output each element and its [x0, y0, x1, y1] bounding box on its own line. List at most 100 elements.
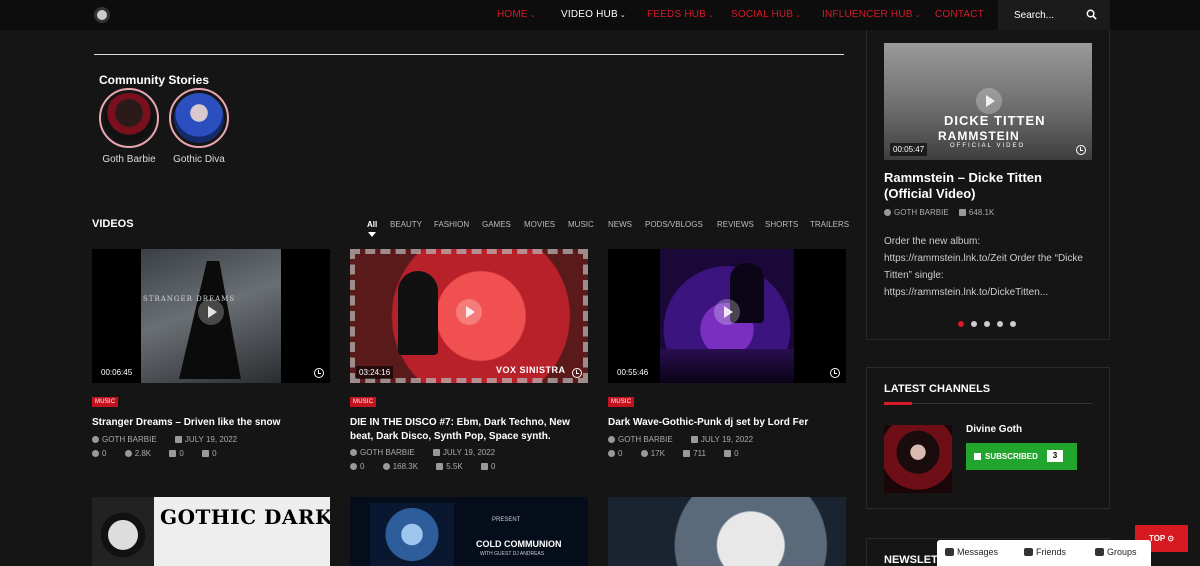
- thumbs-up-icon: [169, 450, 177, 457]
- tab-reviews[interactable]: REVIEWS: [717, 220, 754, 229]
- dislikes-count[interactable]: 0: [202, 449, 224, 458]
- tab-all[interactable]: All: [367, 220, 377, 229]
- watch-later-icon[interactable]: [1076, 145, 1086, 155]
- nav-influencer-hub[interactable]: INFLUENCER HUB ⌄: [822, 9, 921, 20]
- tab-trailers[interactable]: TRAILERS: [810, 220, 849, 229]
- dislikes-count[interactable]: 0: [724, 449, 746, 458]
- video-thumbnail[interactable]: GOTHIC DARKWAVE: [92, 497, 330, 566]
- nav-home[interactable]: HOME ⌄: [497, 9, 536, 20]
- featured-title[interactable]: Rammstein – Dicke Titten (Official Video…: [884, 170, 1084, 202]
- carousel-dot[interactable]: [984, 321, 990, 327]
- comment-icon: [92, 450, 99, 457]
- channel-name[interactable]: Divine Goth: [966, 424, 1022, 435]
- likes-count[interactable]: 711: [683, 449, 714, 458]
- play-icon[interactable]: [976, 88, 1002, 114]
- tab-music[interactable]: MUSIC: [568, 220, 594, 229]
- subscribe-button[interactable]: SUBSCRIBED 3: [966, 443, 1077, 470]
- views-count: 17K: [640, 449, 673, 458]
- featured-meta: GOTH BARBIE 648.1K: [884, 208, 994, 217]
- community-stories-title: Community Stories: [99, 73, 210, 87]
- search-input[interactable]: [1014, 8, 1084, 22]
- comment-icon: [608, 450, 615, 457]
- chat-messages[interactable]: Messages: [945, 547, 998, 557]
- section-divider: [94, 54, 844, 55]
- comments-count: 0: [608, 449, 630, 458]
- tab-movies[interactable]: MOVIES: [524, 220, 555, 229]
- likes-count[interactable]: 0: [169, 449, 191, 458]
- video-title[interactable]: Stranger Dreams – Driven like the snow: [92, 416, 332, 430]
- carousel-dot[interactable]: [1010, 321, 1016, 327]
- video-author-date: GOTH BARBIE JULY 19, 2022: [350, 448, 511, 457]
- author-link[interactable]: GOTH BARBIE: [884, 208, 949, 217]
- featured-thumbnail[interactable]: DICKE TITTEN RAMMSTEIN OFFICIAL VIDEO 00…: [884, 43, 1092, 160]
- thumb-text: COLD COMMUNION: [476, 539, 562, 549]
- category-badge[interactable]: MUSIC: [350, 397, 377, 407]
- nav-social-hub[interactable]: SOCIAL HUB ⌄: [731, 9, 801, 20]
- user-icon: [350, 449, 357, 456]
- messages-icon: [945, 548, 954, 556]
- carousel-dot[interactable]: [997, 321, 1003, 327]
- author-link[interactable]: GOTH BARBIE: [608, 435, 681, 444]
- video-title[interactable]: Dark Wave-Gothic-Punk dj set by Lord Fer: [608, 416, 848, 430]
- thumbnail-image: [370, 503, 454, 566]
- play-icon[interactable]: [198, 299, 224, 325]
- post-date: JULY 19, 2022: [174, 435, 245, 444]
- calendar-icon: [174, 436, 182, 443]
- videos-section-title: VIDEOS: [92, 218, 134, 230]
- watch-later-icon[interactable]: [572, 368, 582, 378]
- tab-shorts[interactable]: SHORTS: [765, 220, 798, 229]
- likes-count[interactable]: 5.5K: [436, 462, 470, 471]
- nav-video-hub[interactable]: VIDEO HUB ⌄: [561, 9, 626, 20]
- video-title[interactable]: DIE IN THE DISCO #7: Ebm, Dark Techno, N…: [350, 416, 590, 444]
- comments-count: 0: [92, 449, 114, 458]
- chat-friends[interactable]: Friends: [1024, 547, 1066, 557]
- tab-games[interactable]: GAMES: [482, 220, 511, 229]
- arrow-up-icon: ⊙: [1167, 534, 1175, 543]
- search-icon[interactable]: [1086, 9, 1097, 20]
- video-author-date: GOTH BARBIE JULY 19, 2022: [92, 435, 253, 444]
- tab-news[interactable]: NEWS: [608, 220, 632, 229]
- story-name: Gothic Diva: [173, 154, 225, 165]
- story-gothic-diva[interactable]: Gothic Diva: [164, 88, 234, 165]
- watch-later-icon[interactable]: [830, 368, 840, 378]
- user-icon: [884, 209, 891, 216]
- thumb-text: VOX SINISTRA: [496, 365, 566, 375]
- comment-icon: [350, 463, 357, 470]
- watch-later-icon[interactable]: [314, 368, 324, 378]
- site-logo[interactable]: [94, 7, 110, 23]
- dislikes-count[interactable]: 0: [480, 462, 503, 471]
- video-thumbnail[interactable]: VOX SINISTRA 03:24:16: [350, 249, 588, 383]
- author-link[interactable]: GOTH BARBIE: [92, 435, 165, 444]
- tab-pods-vblogs[interactable]: PODS/VBLOGS: [645, 220, 703, 229]
- nav-feeds-hub[interactable]: FEEDS HUB ⌄: [647, 9, 714, 20]
- nav-contact[interactable]: CONTACT: [935, 9, 984, 20]
- category-badge[interactable]: MUSIC: [92, 397, 119, 407]
- thumbs-up-icon: [436, 463, 444, 470]
- thumbs-down-icon: [724, 450, 732, 457]
- video-thumbnail[interactable]: STRANGER DREAMS 00:06:45: [92, 249, 330, 383]
- calendar-icon: [432, 449, 440, 456]
- top-nav: HOME ⌄ VIDEO HUB ⌄ FEEDS HUB ⌄ SOCIAL HUB ⌄ …: [0, 0, 1200, 30]
- latest-channels-title: LATEST CHANNELS: [884, 383, 991, 395]
- play-icon[interactable]: [456, 299, 482, 325]
- video-thumbnail[interactable]: [608, 497, 846, 566]
- story-goth-barbie[interactable]: Goth Barbie: [94, 88, 164, 165]
- tab-fashion[interactable]: FASHION: [434, 220, 469, 229]
- tab-beauty[interactable]: BEAUTY: [390, 220, 422, 229]
- chat-groups[interactable]: Groups: [1095, 547, 1137, 557]
- user-icon: [608, 436, 615, 443]
- likes-count[interactable]: 648.1K: [958, 208, 994, 217]
- channel-thumbnail[interactable]: [884, 425, 952, 493]
- author-link[interactable]: GOTH BARBIE: [350, 448, 423, 457]
- category-badge[interactable]: MUSIC: [608, 397, 635, 407]
- play-icon[interactable]: [714, 299, 740, 325]
- carousel-dot[interactable]: [958, 321, 964, 327]
- user-icon: [92, 436, 99, 443]
- story-ring: [99, 88, 159, 148]
- video-thumbnail[interactable]: PRESENT COLD COMMUNION WITH GUEST DJ AND…: [350, 497, 588, 566]
- avatar: [174, 93, 224, 143]
- carousel-dot[interactable]: [971, 321, 977, 327]
- avatar: [104, 93, 154, 143]
- video-duration: 00:55:46: [614, 366, 652, 379]
- video-thumbnail[interactable]: 00:55:46: [608, 249, 846, 383]
